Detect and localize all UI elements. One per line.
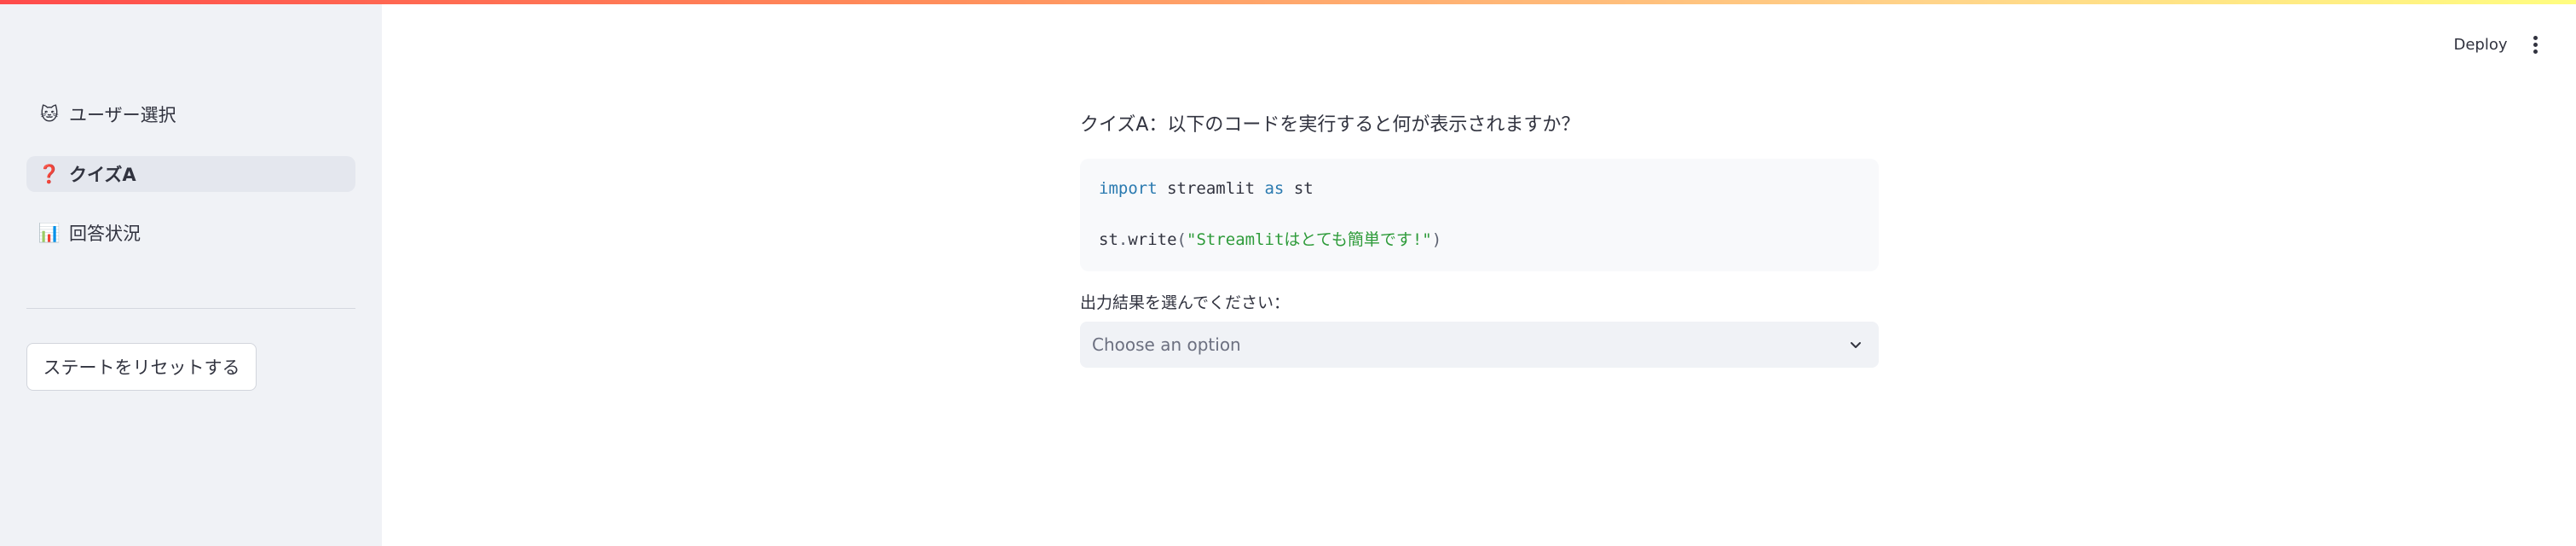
code-line-1: import streamlit as st: [1099, 177, 1314, 200]
code-paren-open: (: [1176, 230, 1187, 249]
vertical-ellipsis-icon[interactable]: [2520, 29, 2550, 60]
chevron-down-icon: [1848, 337, 1863, 352]
sidebar-item-quiz-a[interactable]: ❓ クイズA: [26, 156, 355, 192]
bar-chart-icon: 📊: [38, 222, 61, 243]
sidebar-item-label: ユーザー選択: [69, 105, 176, 125]
sidebar-item-label: クイズA: [69, 165, 136, 185]
deploy-button[interactable]: Deploy: [2446, 29, 2515, 60]
sidebar-item-user-select[interactable]: 🐱 ユーザー選択: [26, 96, 355, 132]
question-mark-icon: ❓: [38, 163, 61, 184]
sidebar-item-label: 回答状況: [69, 224, 141, 244]
app-root: 🐱 ユーザー選択 ❓ クイズA 📊 回答状況 ステートをリセットする Deplo…: [0, 0, 2576, 546]
sidebar-item-answer-status[interactable]: 📊 回答状況: [26, 215, 355, 251]
code-alias: st: [1284, 179, 1314, 198]
answer-select[interactable]: Choose an option: [1080, 322, 1879, 368]
quiz-question: クイズA：以下のコードを実行すると何が表示されますか？: [1080, 114, 1580, 136]
select-label: 出力結果を選んでください：: [1080, 293, 1291, 312]
code-line-2: st.write("Streamlitはとても簡単です!"): [1099, 229, 1441, 251]
code-block: import streamlit as st st.write("Streaml…: [1080, 159, 1879, 271]
reset-state-button[interactable]: ステートをリセットする: [26, 343, 257, 391]
sidebar: 🐱 ユーザー選択 ❓ クイズA 📊 回答状況 ステートをリセットする: [0, 0, 382, 546]
sidebar-divider: [26, 308, 355, 309]
select-placeholder: Choose an option: [1092, 334, 1241, 355]
code-dot: .: [1118, 230, 1129, 249]
code-keyword-import: import: [1099, 179, 1158, 198]
code-keyword-as: as: [1264, 179, 1285, 198]
code-paren-close: ): [1431, 230, 1442, 249]
code-string: "Streamlitはとても簡単です!": [1187, 230, 1432, 249]
code-method: write: [1128, 230, 1177, 249]
top-decoration-bar: [0, 0, 2576, 4]
code-object: st: [1099, 230, 1118, 249]
code-module: streamlit: [1157, 179, 1265, 198]
cat-face-icon: 🐱: [40, 103, 59, 125]
